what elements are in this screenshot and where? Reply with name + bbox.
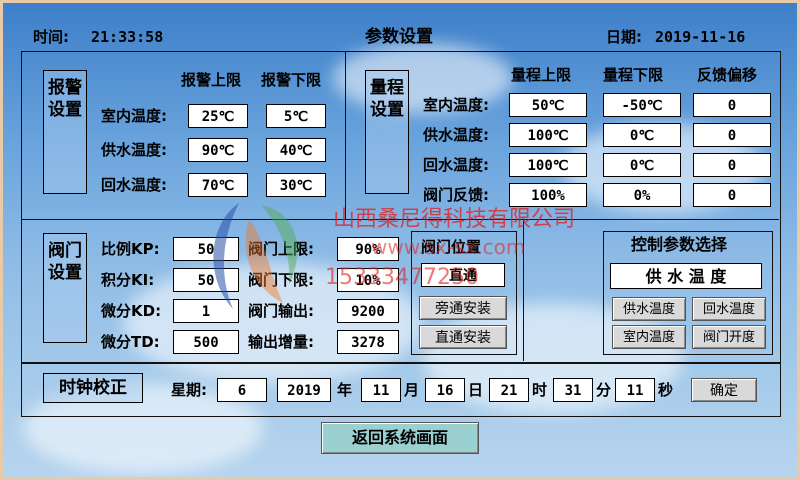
- range-upper-input[interactable]: 100℃: [509, 153, 587, 177]
- output-increment-label: 输出增量:: [248, 333, 314, 351]
- minute-input[interactable]: 31: [553, 378, 593, 402]
- range-row-label: 室内温度:: [423, 96, 489, 114]
- alarm-upper-input[interactable]: 70℃: [188, 173, 248, 197]
- td-label: 微分TD:: [101, 333, 160, 351]
- time-label: 时间:: [33, 28, 69, 46]
- alarm-row-label: 室内温度:: [101, 107, 167, 125]
- bypass-install-button[interactable]: 旁通安装: [419, 296, 507, 320]
- valve-opening-button[interactable]: 阀门开度: [692, 325, 766, 349]
- control-param-title: 控制参数选择: [631, 235, 728, 254]
- range-lower-input[interactable]: 0%: [603, 183, 681, 207]
- confirm-button[interactable]: 确定: [691, 378, 757, 402]
- year-unit: 年: [337, 381, 353, 399]
- alarm-upper-input[interactable]: 25℃: [188, 104, 248, 128]
- alarm-lower-input[interactable]: 5℃: [266, 104, 326, 128]
- direct-install-button[interactable]: 直通安装: [419, 325, 507, 349]
- alarm-lower-input[interactable]: 30℃: [266, 173, 326, 197]
- alarm-row-label: 供水温度:: [101, 141, 167, 159]
- day-input[interactable]: 16: [425, 378, 465, 402]
- td-input[interactable]: 500: [173, 330, 239, 354]
- hour-unit: 时: [532, 381, 548, 399]
- range-offset-header: 反馈偏移: [697, 66, 758, 84]
- range-lower-header: 量程下限: [603, 66, 664, 84]
- year-input[interactable]: 2019: [277, 378, 331, 402]
- range-upper-input[interactable]: 50℃: [509, 93, 587, 117]
- watermark-phone: 15333477250: [325, 265, 479, 290]
- kd-label: 微分KD:: [101, 302, 162, 320]
- range-upper-input[interactable]: 100℃: [509, 123, 587, 147]
- alarm-lower-header: 报警下限: [261, 71, 322, 89]
- date-label: 日期:: [606, 28, 642, 46]
- alarm-upper-header: 报警上限: [181, 71, 242, 89]
- time-value: 21:33:58: [91, 28, 164, 46]
- indoor-temp-button[interactable]: 室内温度: [612, 325, 686, 349]
- clock-calibration-label: 时钟校正: [43, 373, 143, 403]
- watermark-company: 山西桑尼得科技有限公司: [333, 207, 576, 232]
- hour-input[interactable]: 21: [489, 378, 529, 402]
- output-increment-value: 3278: [337, 330, 399, 354]
- alarm-lower-input[interactable]: 40℃: [266, 138, 326, 162]
- range-offset-input[interactable]: 0: [693, 183, 771, 207]
- weekday-input[interactable]: 6: [217, 378, 267, 402]
- ki-label: 积分KI:: [101, 271, 155, 289]
- alarm-settings-label: 报警设置: [43, 70, 87, 194]
- second-unit: 秒: [658, 381, 674, 399]
- minute-unit: 分: [596, 381, 612, 399]
- panel-divider: [345, 51, 346, 219]
- kp-label: 比例KP:: [101, 240, 160, 258]
- watermark-site: www.sx-sx.com: [371, 235, 526, 259]
- month-input[interactable]: 11: [361, 378, 401, 402]
- second-input[interactable]: 11: [615, 378, 655, 402]
- return-system-button[interactable]: 返回系统画面: [321, 422, 479, 454]
- day-unit: 日: [468, 381, 484, 399]
- range-offset-input[interactable]: 0: [693, 153, 771, 177]
- leaf-logo-watermark: [213, 203, 298, 309]
- date-value: 2019-11-16: [655, 28, 746, 46]
- return-temp-button[interactable]: 回水温度: [692, 297, 766, 321]
- hmi-screen: 时间: 21:33:58 参数设置 日期: 2019-11-16 报警设置 报警…: [0, 0, 800, 480]
- range-offset-input[interactable]: 0: [693, 93, 771, 117]
- alarm-row-label: 回水温度:: [101, 176, 167, 194]
- range-lower-input[interactable]: -50℃: [603, 93, 681, 117]
- alarm-upper-input[interactable]: 90℃: [188, 138, 248, 162]
- control-param-selected: 供 水 温 度: [610, 263, 762, 289]
- weekday-label: 星期:: [171, 381, 207, 399]
- range-offset-input[interactable]: 0: [693, 123, 771, 147]
- range-row-label: 供水温度:: [423, 126, 489, 144]
- page-title: 参数设置: [365, 27, 433, 47]
- range-lower-input[interactable]: 0℃: [603, 123, 681, 147]
- range-row-label: 回水温度:: [423, 156, 489, 174]
- range-settings-label: 量程设置: [365, 70, 409, 194]
- month-unit: 月: [404, 381, 420, 399]
- range-lower-input[interactable]: 0℃: [603, 153, 681, 177]
- supply-temp-button[interactable]: 供水温度: [612, 297, 686, 321]
- valve-output-value: 9200: [337, 299, 399, 323]
- valve-settings-label: 阀门设置: [43, 233, 87, 343]
- range-upper-header: 量程上限: [511, 66, 572, 84]
